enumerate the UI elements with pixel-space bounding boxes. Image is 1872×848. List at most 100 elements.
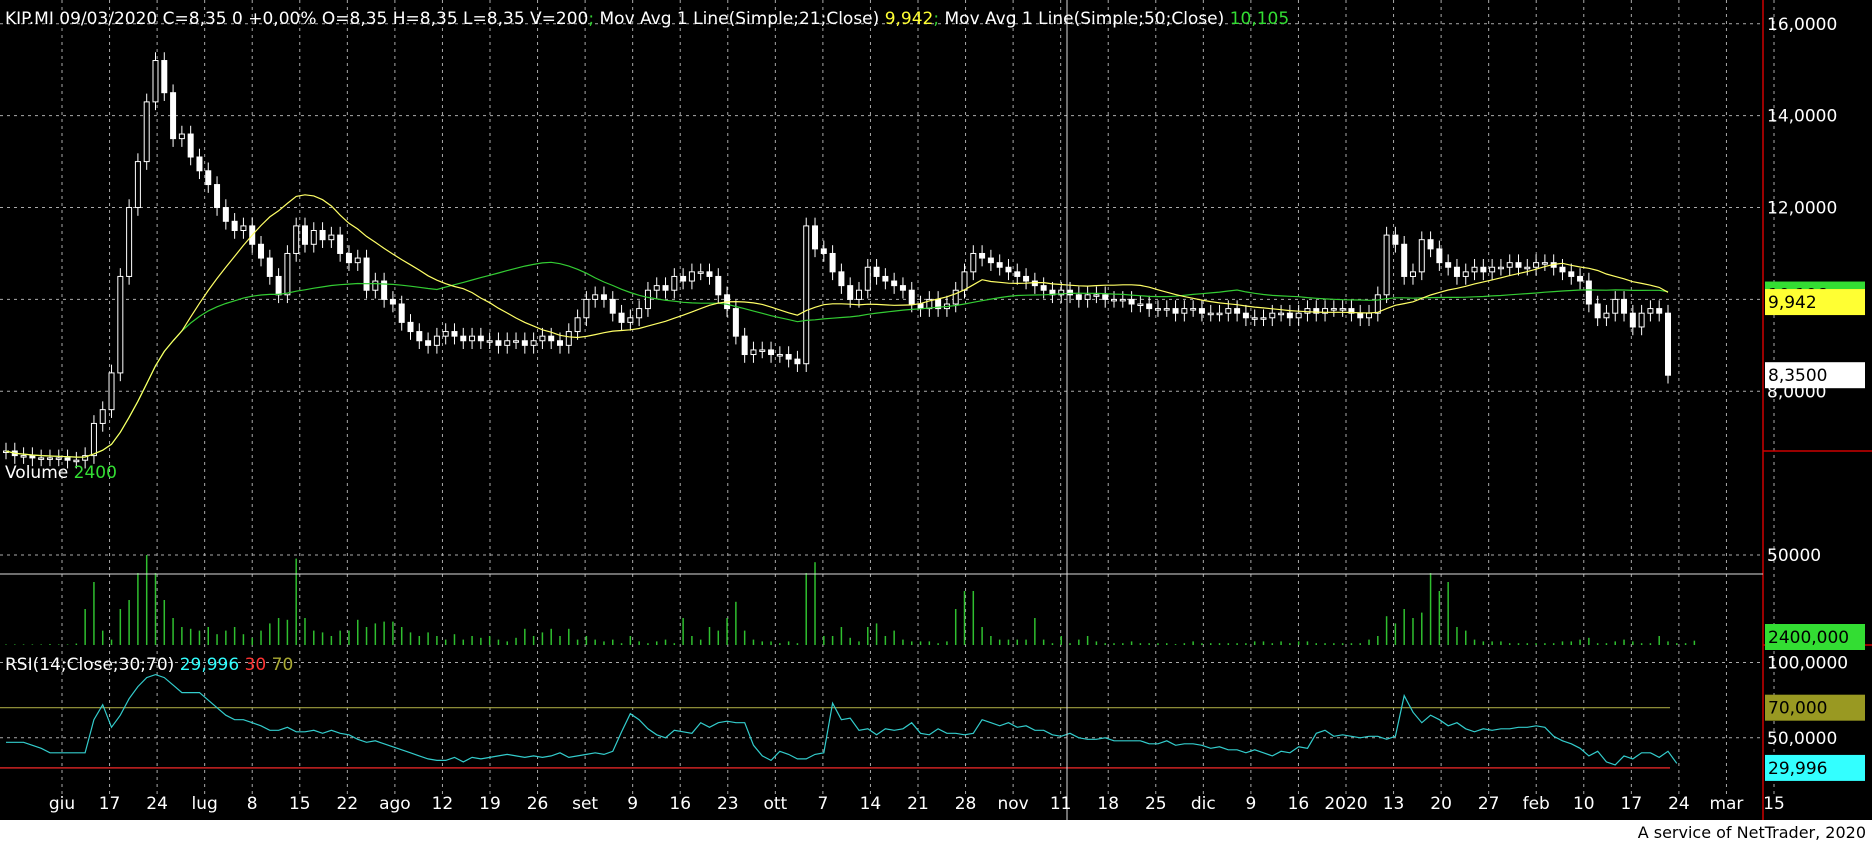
candle-body (451, 331, 458, 337)
candle-body (970, 252, 977, 273)
x-axis-labels: giu 17 24 lug 8 15 22 ago 12 19 26 set 9 16 23 ott 7 14 21… (49, 794, 1785, 814)
candle-body (1533, 262, 1540, 268)
candle-body (1445, 262, 1452, 268)
x-tick-label: 17 (99, 794, 121, 814)
price-badge: 8,3500 (1768, 366, 1827, 386)
candle-body (1198, 308, 1205, 314)
x-tick-label: 2020 (1324, 794, 1367, 814)
candle-body (1330, 308, 1337, 311)
candle-body (1506, 262, 1513, 268)
candle-body (899, 285, 906, 291)
candle-body (1242, 312, 1249, 319)
candle-body (425, 340, 432, 346)
candle-body (1453, 266, 1460, 277)
candle-body (1665, 312, 1671, 376)
candle-body (600, 294, 607, 300)
candle-body (1190, 308, 1197, 311)
candle-body (398, 303, 405, 323)
price-tick-label: 16,0000 (1767, 15, 1837, 35)
candle-body (530, 340, 537, 346)
candle-body (688, 271, 695, 282)
candle-body (293, 225, 300, 254)
candle-body (1603, 312, 1610, 319)
candle-body (64, 457, 71, 461)
candle-body (117, 275, 124, 374)
candle-body (1269, 312, 1276, 319)
candle-body (1638, 312, 1645, 328)
candle-body (1577, 275, 1584, 282)
candle-body (732, 308, 739, 337)
price-legend: KIP.MI 09/03/2020 C=8,35 0 +0,00% O=8,35… (5, 9, 1289, 29)
candle-body (750, 349, 757, 356)
candle-body (829, 252, 836, 273)
candle-body (1278, 312, 1285, 316)
rsi-legend-label: RSI(14;Close;30;70) (5, 655, 174, 675)
x-tick-label: 21 (907, 794, 929, 814)
candle-body (680, 275, 687, 282)
candle-body (539, 335, 546, 342)
chart-window: 16,0000 14,0000 12,0000 8,0000 50000 100,0000… (0, 0, 1872, 844)
candle-body (1647, 308, 1654, 314)
candle-body (1181, 308, 1188, 314)
x-tick-label: 23 (717, 794, 739, 814)
candle-body (706, 271, 713, 277)
candle-body (1304, 308, 1311, 314)
candle-body (1497, 266, 1504, 270)
candle-body (812, 225, 819, 250)
candle-body (1392, 234, 1399, 245)
candle-body (1014, 271, 1021, 277)
candle-body (1427, 239, 1434, 250)
stock-chart[interactable]: 16,000014,000012,00008,000050000100,0000… (0, 0, 1872, 844)
candle-body (442, 331, 449, 337)
ma21-legend-value: 9,942 (885, 9, 934, 29)
candle-body (759, 349, 766, 352)
x-tick-label: 24 (146, 794, 168, 814)
legend-ohlc: C=8,35 0 +0,00% O=8,35 H=8,35 L=8,35 V=2… (163, 9, 589, 29)
candle-body (319, 230, 326, 241)
candle-body (345, 252, 352, 264)
volume-badge: 2400,000 (1768, 628, 1849, 648)
volume-legend-label: Volume (5, 463, 68, 483)
candle-body (266, 257, 273, 277)
candle-body (873, 266, 880, 277)
candle-body (1023, 275, 1030, 282)
candle-body (1656, 308, 1663, 314)
candle-body (328, 234, 335, 241)
candle-body (1137, 303, 1144, 306)
candle-body (1366, 312, 1373, 319)
candle-body (161, 60, 168, 94)
candle-body (592, 294, 599, 300)
x-tick-label: 15 (1763, 794, 1785, 814)
candle-body (838, 271, 845, 287)
candle-body (1462, 271, 1469, 277)
x-tick-label: 15 (289, 794, 311, 814)
candle-body (583, 298, 590, 319)
candle-body (1093, 294, 1100, 297)
candle-body (126, 207, 133, 277)
candle-body (55, 457, 62, 460)
candle-body (1594, 303, 1601, 319)
candle-body (1102, 294, 1109, 300)
candle-body (513, 340, 520, 343)
candle-body (521, 340, 528, 346)
ticker: KIP.MI (5, 9, 54, 29)
candle-body (1251, 317, 1258, 320)
x-tick-label: 24 (1668, 794, 1690, 814)
candle-body (1075, 294, 1082, 300)
x-tick-label: 12 (432, 794, 454, 814)
legend-date: 09/03/2020 (59, 9, 157, 29)
candle-body (1480, 266, 1487, 273)
candle-body (1401, 243, 1408, 277)
candle-body (240, 225, 247, 231)
candle-body (187, 133, 194, 158)
candle-body (477, 335, 484, 342)
candle-body (741, 335, 748, 356)
candle-body (618, 312, 625, 323)
candle-body (433, 335, 440, 346)
candle-body (1260, 317, 1267, 320)
candle-body (636, 308, 643, 319)
candle-body (785, 354, 792, 360)
candle-body (574, 317, 581, 333)
candle-body (1040, 285, 1047, 291)
candle-body (1163, 308, 1170, 311)
